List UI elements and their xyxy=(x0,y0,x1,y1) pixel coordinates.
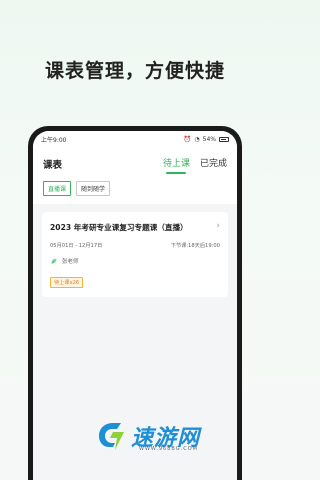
teacher-avatar-icon xyxy=(51,258,57,264)
course-date-range: 05月01日 - 12月17日 xyxy=(50,243,103,249)
status-time: 上午9:00 xyxy=(41,136,67,144)
schedule-header: 课表 待上课 已完成 xyxy=(33,147,237,177)
teacher-row: 张老师 xyxy=(50,257,220,265)
battery-icon xyxy=(219,136,229,142)
course-title: 2023 年考研专业课复习专题课（直播） xyxy=(50,223,188,232)
battery-percent: 54% xyxy=(202,135,216,143)
tab-completed[interactable]: 已完成 xyxy=(200,156,227,171)
promo-headline: 课表管理，方便快捷 xyxy=(44,60,225,82)
filter-live[interactable]: 直播课 xyxy=(43,181,72,196)
next-class-time: 下节课:18天后19:00 xyxy=(170,243,220,249)
watermark-url: WWW.968BG.COM xyxy=(139,446,198,452)
page-title: 课表 xyxy=(43,160,63,171)
alarm-icon: ⏰ xyxy=(183,135,192,143)
sessions-badge: 待上课x26 xyxy=(50,277,84,288)
chevron-right-icon: › xyxy=(216,221,220,231)
course-card[interactable]: 2023 年考研专业课复习专题课（直播） › 05月01日 - 12月17日 下… xyxy=(42,212,228,297)
status-bar: 上午9:00 ⏰ ◔ 54% xyxy=(33,131,237,147)
tab-upcoming[interactable]: 待上课 xyxy=(163,156,190,171)
filter-anytime[interactable]: 随到随学 xyxy=(76,181,111,196)
teacher-name: 张老师 xyxy=(62,259,79,265)
watermark-logo-icon xyxy=(99,423,124,450)
wifi-icon: ◔ xyxy=(194,135,200,143)
status-tabs: 待上课 已完成 xyxy=(163,156,227,171)
watermark: 速游网 WWW.968BG.COM xyxy=(95,420,200,452)
filter-chips: 直播课 随到随学 xyxy=(33,177,237,204)
